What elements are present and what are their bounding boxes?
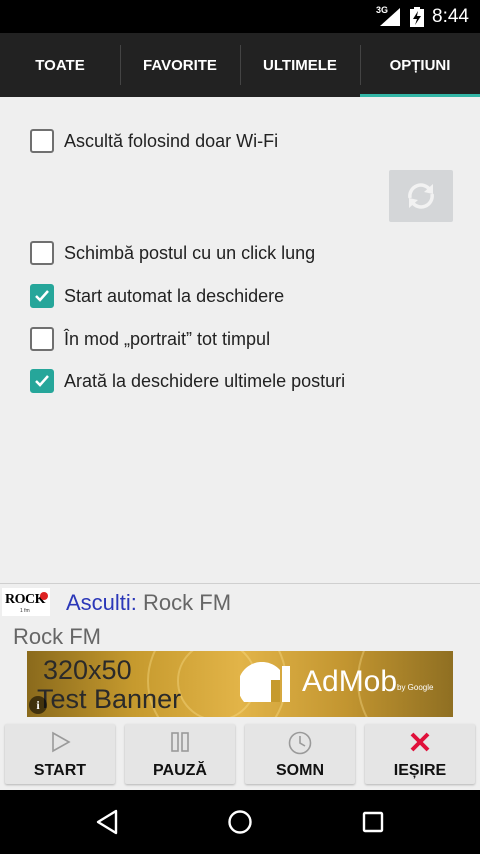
now-playing: Asculti: Rock FM xyxy=(66,590,231,616)
option-show-recent[interactable]: Arată la deschidere ultimele posturi xyxy=(30,366,345,396)
tab-ultimele[interactable]: ULTIMELE xyxy=(240,33,360,97)
autostart-checkbox[interactable] xyxy=(30,284,54,308)
long-click-checkbox[interactable] xyxy=(30,241,54,265)
tab-toate[interactable]: TOATE xyxy=(0,33,120,97)
option-label: Schimbă postul cu un click lung xyxy=(64,242,316,263)
sleep-button[interactable]: SOMN xyxy=(245,724,355,784)
ad-title-text: Test Banner xyxy=(37,684,182,714)
navigation-bar xyxy=(0,790,480,854)
option-label: Start automat la deschidere xyxy=(64,285,285,306)
home-icon[interactable] xyxy=(226,808,254,836)
divider xyxy=(0,583,480,584)
admob-logo-icon xyxy=(240,662,290,702)
admob-brand: AdMob xyxy=(302,665,398,698)
wifi-only-checkbox[interactable] xyxy=(30,129,54,153)
signal-icon xyxy=(380,8,400,26)
ad-size-text: 320x50 xyxy=(43,655,132,685)
option-label: Ascultă folosind doar Wi-Fi xyxy=(64,130,279,151)
clock: 8:44 xyxy=(432,6,469,27)
play-icon xyxy=(52,731,71,753)
option-label: În mod „portrait” tot timpul xyxy=(64,328,271,349)
station-logo: ROCK 1 fm xyxy=(2,588,50,616)
start-label: START xyxy=(33,762,87,779)
ad-banner[interactable]: 320x50 Test Banner AdMob by Google i xyxy=(27,651,453,717)
show-recent-checkbox[interactable] xyxy=(30,369,54,393)
option-wifi-only[interactable]: Ascultă folosind doar Wi-Fi xyxy=(30,126,278,156)
refresh-button[interactable] xyxy=(389,170,453,222)
station-subtitle: Rock FM xyxy=(13,624,101,649)
portrait-checkbox[interactable] xyxy=(30,327,54,351)
logo-text: ROCK xyxy=(5,592,46,607)
pause-label: PAUZĂ xyxy=(153,762,207,779)
checkmark-icon xyxy=(35,375,49,387)
status-bar: 3G 8:44 xyxy=(0,0,480,33)
recents-icon[interactable] xyxy=(361,808,385,836)
exit-label: IEȘIRE xyxy=(393,762,447,779)
exit-button[interactable]: IEȘIRE xyxy=(365,724,475,784)
pause-icon xyxy=(171,732,189,752)
sleep-label: SOMN xyxy=(276,762,324,779)
checkmark-icon xyxy=(35,290,49,302)
admob-by-google: by Google xyxy=(397,683,434,692)
logo-subtext: 1 fm xyxy=(20,608,30,614)
option-label: Arată la deschidere ultimele posturi xyxy=(64,370,346,391)
back-icon[interactable] xyxy=(94,808,120,836)
close-icon xyxy=(410,732,430,752)
tab-optiuni[interactable]: OPȚIUNI xyxy=(360,33,480,97)
option-portrait[interactable]: În mod „portrait” tot timpul xyxy=(30,324,270,354)
clock-icon xyxy=(288,731,312,755)
logo-dot xyxy=(40,592,48,600)
pause-button[interactable]: PAUZĂ xyxy=(125,724,235,784)
option-long-click[interactable]: Schimbă postul cu un click lung xyxy=(30,238,315,268)
tab-bar: TOATE FAVORITE ULTIMELE OPȚIUNI xyxy=(0,33,480,97)
now-playing-label: Asculti: xyxy=(66,590,137,615)
tab-favorite[interactable]: FAVORITE xyxy=(120,33,240,97)
refresh-icon xyxy=(408,183,434,209)
start-button[interactable]: START xyxy=(5,724,115,784)
option-autostart[interactable]: Start automat la deschidere xyxy=(30,281,284,311)
now-playing-station: Rock FM xyxy=(143,590,232,615)
ad-info-icon[interactable]: i xyxy=(29,696,47,714)
battery-charging-icon xyxy=(410,7,424,27)
